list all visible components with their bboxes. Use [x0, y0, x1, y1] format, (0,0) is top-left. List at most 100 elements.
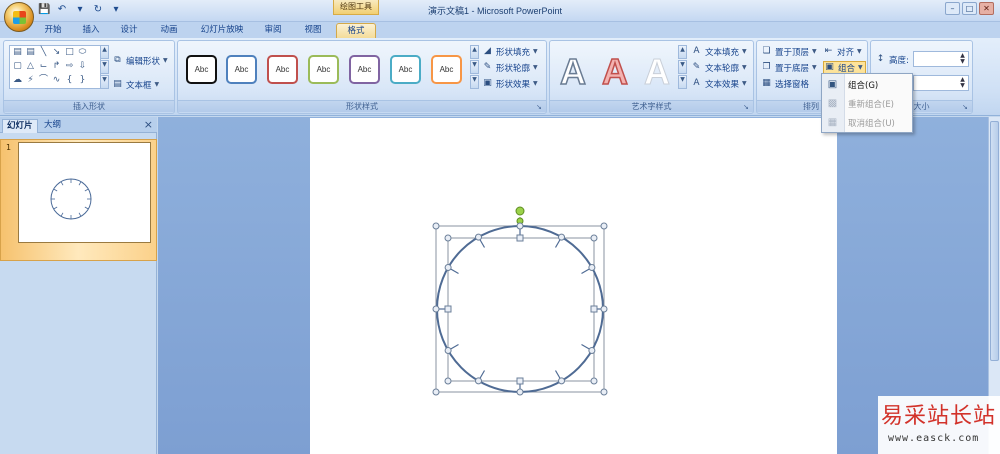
- slide-number: 1: [6, 143, 12, 152]
- text-fill-button[interactable]: A 文本填充 ▼: [691, 45, 746, 58]
- slide-canvas[interactable]: [310, 118, 837, 454]
- shape-style-preset[interactable]: Abc: [186, 55, 217, 84]
- spinner-arrows-icon[interactable]: ▲ ▼: [958, 77, 967, 89]
- shape-effects-button[interactable]: ▣ 形状效果 ▼: [482, 77, 538, 90]
- tab-review[interactable]: 审阅: [258, 23, 288, 38]
- ribbon-tabs: 开始 插入 设计 动画 幻灯片放映 审阅 视图 格式: [0, 22, 1000, 38]
- wordart-scroll-down[interactable]: ▼: [678, 60, 687, 74]
- undo-dropdown-icon[interactable]: ▾: [74, 4, 86, 16]
- close-icon[interactable]: ×: [144, 118, 153, 131]
- tab-format[interactable]: 格式: [336, 23, 376, 38]
- bring-front-icon: ❏: [762, 46, 771, 56]
- bring-to-front-button[interactable]: ❏ 置于顶层 ▼: [761, 45, 816, 58]
- text-effects-button[interactable]: A 文本效果 ▼: [691, 77, 746, 90]
- wordart-style-outline[interactable]: A: [554, 52, 592, 92]
- scrollbar-thumb[interactable]: [990, 121, 999, 361]
- text-outline-button[interactable]: ✎ 文本轮廓 ▼: [691, 61, 747, 74]
- shapes-scroll-up[interactable]: ▲: [100, 45, 109, 59]
- triangle-shape-icon[interactable]: △: [25, 61, 36, 72]
- tab-design[interactable]: 设计: [114, 23, 144, 38]
- shape-effects-label: 形状效果: [496, 79, 531, 90]
- rectangle-shape-icon[interactable]: □: [64, 47, 75, 58]
- height-spinner[interactable]: ▲ ▼: [913, 51, 969, 67]
- watermark-url: www.easck.com: [888, 433, 980, 444]
- width-spinner[interactable]: ▲ ▼: [913, 75, 969, 91]
- insert-shapes-group-label: 插入形状: [4, 100, 174, 112]
- left-brace-shape-icon[interactable]: {: [64, 75, 75, 86]
- shape-style-preset[interactable]: Abc: [308, 55, 339, 84]
- tab-slides[interactable]: 幻灯片: [2, 119, 38, 133]
- freeform-shape-icon[interactable]: ∿: [51, 75, 62, 86]
- menu-item-regroup[interactable]: ▩ 重新组合(E): [822, 94, 912, 113]
- rounded-rect-shape-icon[interactable]: ▢: [12, 61, 23, 72]
- menu-item-group[interactable]: ▣ 组合(G): [822, 75, 912, 94]
- styles-scroll-down[interactable]: ▼: [470, 60, 479, 74]
- lightning-shape-icon[interactable]: ⚡: [25, 75, 36, 86]
- tab-home[interactable]: 开始: [36, 23, 70, 38]
- wordart-more[interactable]: ▼: [678, 75, 687, 89]
- send-to-back-label: 置于底层: [775, 63, 810, 74]
- shapes-gallery[interactable]: ▤ ▤ ╲ ↘ □ ⬭ ▢ △ ⌙ ↱ ⇨ ⇩ ☁ ⚡ ⌒ ∿ { }: [9, 45, 101, 89]
- menu-item-ungroup[interactable]: ▦ 取消组合(U): [822, 113, 912, 132]
- redo-icon[interactable]: ↻: [92, 4, 104, 16]
- styles-more[interactable]: ▼: [470, 75, 479, 89]
- office-button[interactable]: [4, 2, 34, 32]
- undo-icon[interactable]: ↶: [56, 4, 68, 16]
- chevron-down-icon: ▼: [154, 81, 160, 88]
- maximize-button[interactable]: □: [962, 2, 977, 15]
- tab-slideshow[interactable]: 幻灯片放映: [194, 23, 250, 38]
- chevron-down-icon: ▼: [533, 80, 538, 87]
- send-to-back-button[interactable]: ❐ 置于底层 ▼: [761, 61, 816, 74]
- shapes-more[interactable]: ▼: [100, 75, 109, 89]
- dialog-launcher-icon[interactable]: ↘: [536, 103, 544, 111]
- wordart-style-white[interactable]: A: [638, 52, 676, 91]
- text-box-button[interactable]: ▤ 文本框 ▼: [112, 78, 159, 91]
- right-brace-shape-icon[interactable]: }: [77, 75, 88, 86]
- selected-group-shape[interactable]: [310, 118, 837, 454]
- customize-qat-icon[interactable]: ▾: [110, 4, 122, 16]
- align-button[interactable]: ⇤ 对齐 ▼: [823, 45, 862, 58]
- oval-shape-icon[interactable]: ⬭: [77, 47, 88, 58]
- elbow-arrow-shape-icon[interactable]: ↱: [51, 61, 62, 72]
- slide-thumbnail[interactable]: [18, 142, 151, 243]
- shape-style-preset[interactable]: Abc: [390, 55, 421, 84]
- right-arrow-shape-icon[interactable]: ⇨: [64, 61, 75, 72]
- arc-shape-icon[interactable]: ⌒: [38, 75, 49, 86]
- callout-shape-icon[interactable]: ☁: [12, 75, 23, 86]
- tab-outline[interactable]: 大纲: [40, 119, 65, 133]
- vertical-text-shape-icon[interactable]: ▤: [25, 47, 36, 58]
- spinner-arrows-icon[interactable]: ▲ ▼: [958, 53, 967, 65]
- shapes-scroll-down[interactable]: ▼: [100, 60, 109, 74]
- dialog-launcher-icon[interactable]: ↘: [743, 103, 751, 111]
- minimize-button[interactable]: –: [945, 2, 960, 15]
- title-bar: 💾 ↶ ▾ ↻ ▾ 绘图工具 演示文稿1 - Microsoft PowerPo…: [0, 0, 1000, 22]
- group-icon: ▣: [827, 79, 838, 90]
- height-label: ↕ 高度:: [875, 53, 909, 66]
- elbow-connector-shape-icon[interactable]: ⌙: [38, 61, 49, 72]
- selection-pane-button[interactable]: ▦ 选择窗格: [761, 77, 809, 90]
- text-box-label: 文本框: [126, 80, 152, 91]
- shape-style-preset[interactable]: Abc: [431, 55, 462, 84]
- tab-animations[interactable]: 动画: [152, 23, 186, 38]
- arrow-line-shape-icon[interactable]: ↘: [51, 47, 62, 58]
- line-shape-icon[interactable]: ╲: [38, 47, 49, 58]
- shape-style-preset[interactable]: Abc: [226, 55, 257, 84]
- shape-fill-button[interactable]: ◢ 形状填充 ▼: [482, 45, 538, 58]
- dialog-launcher-icon[interactable]: ↘: [962, 103, 970, 111]
- menu-item-label: 取消组合(U): [848, 119, 895, 129]
- quick-access-toolbar: 💾 ↶ ▾ ↻ ▾: [38, 4, 122, 18]
- slide-thumbnail-selected[interactable]: 1: [0, 139, 157, 261]
- down-arrow-shape-icon[interactable]: ⇩: [77, 61, 88, 72]
- close-button[interactable]: ✕: [979, 2, 994, 15]
- edit-shape-button[interactable]: ⧉ 编辑形状 ▼: [112, 54, 167, 67]
- tab-view[interactable]: 视图: [298, 23, 328, 38]
- tab-insert[interactable]: 插入: [76, 23, 106, 38]
- text-box-shape-icon[interactable]: ▤: [12, 47, 23, 58]
- shape-outline-button[interactable]: ✎ 形状轮廓 ▼: [482, 61, 538, 74]
- save-icon[interactable]: 💾: [38, 4, 50, 16]
- styles-scroll-up[interactable]: ▲: [470, 45, 479, 59]
- shape-style-preset[interactable]: Abc: [267, 55, 298, 84]
- wordart-scroll-up[interactable]: ▲: [678, 45, 687, 59]
- shape-style-preset[interactable]: Abc: [349, 55, 380, 84]
- wordart-style-red[interactable]: A: [596, 52, 634, 92]
